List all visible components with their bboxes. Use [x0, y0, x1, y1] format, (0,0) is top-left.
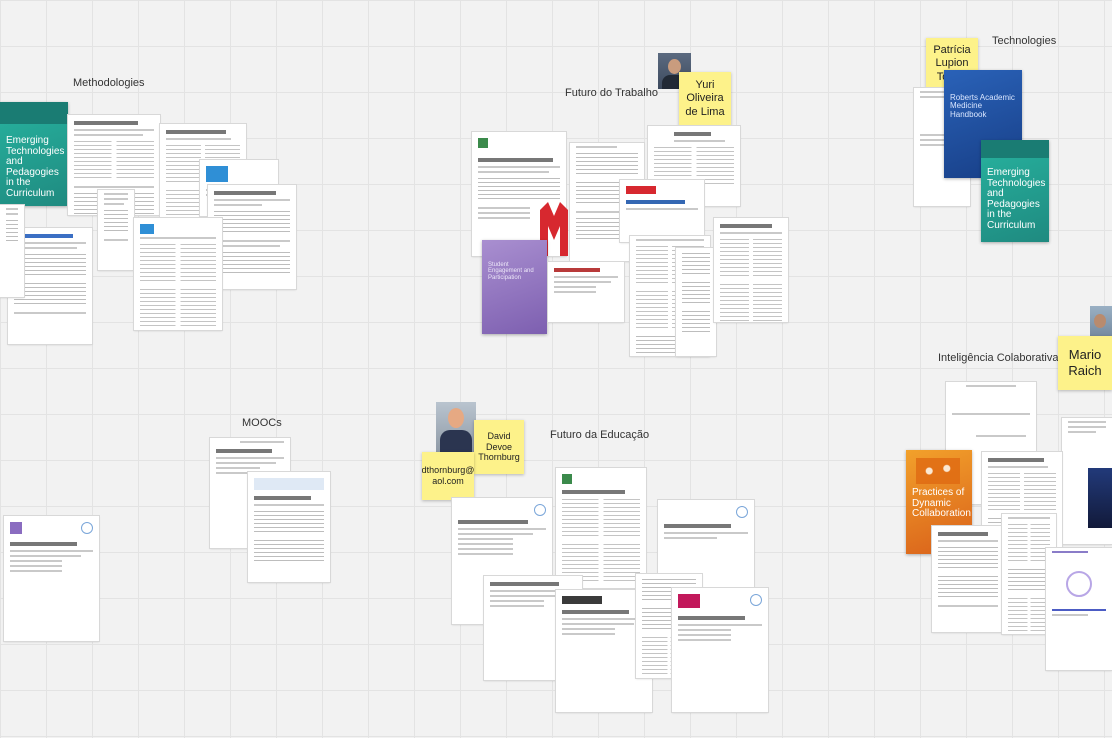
document-thumbnail[interactable] — [98, 190, 134, 270]
sticky-note-yuri[interactable]: Yuri Oliveira de Lima — [679, 72, 731, 126]
frame-label-futuro-educacao[interactable]: Futuro da Educação — [550, 429, 649, 441]
frame-label-inteligencia-colaborativa[interactable]: Inteligência Colaborativa — [938, 352, 1058, 364]
book-title: Emerging Technologies and Pedagogies in … — [987, 167, 1046, 231]
frame-label-moocs[interactable]: MOOCs — [242, 417, 282, 429]
book-header-band — [0, 102, 68, 124]
sticky-note-email[interactable]: dthornburg@ aol.com — [422, 452, 474, 500]
document-thumbnail[interactable] — [4, 516, 99, 641]
document-thumbnail[interactable] — [548, 262, 624, 322]
book-title: Emerging Technologies and Pedagogies in … — [6, 135, 65, 199]
document-thumbnail[interactable] — [714, 218, 788, 322]
frame-label-futuro-trabalho[interactable]: Futuro do Trabalho — [565, 87, 658, 99]
document-thumbnail[interactable] — [932, 526, 1004, 632]
document-thumbnail[interactable] — [556, 468, 646, 588]
document-thumbnail[interactable] — [134, 218, 222, 330]
book-title: Student Engagement and Participation — [488, 262, 534, 281]
book-title: Roberts Academic Medicine Handbook — [950, 93, 1015, 119]
document-thumbnail[interactable] — [1062, 418, 1112, 544]
document-thumbnail[interactable] — [248, 472, 330, 582]
frame-label-technologies[interactable]: Technologies — [992, 35, 1056, 47]
book-emerging-technologies-left[interactable]: Emerging Technologies and Pedagogies in … — [0, 102, 68, 206]
document-thumbnail[interactable] — [676, 248, 716, 356]
book-emerging-technologies-right[interactable]: Emerging Technologies and Pedagogies in … — [981, 140, 1049, 242]
sticky-note-mario[interactable]: Mario Raich — [1058, 336, 1112, 390]
document-thumbnail[interactable] — [1046, 548, 1112, 670]
whiteboard-canvas[interactable]: Methodologies Futuro do Trabalho Technol… — [0, 0, 1112, 738]
user-avatar-david — [436, 402, 476, 452]
document-thumbnail[interactable] — [620, 180, 704, 242]
book-title: Practices of Dynamic Collaboration — [912, 487, 971, 519]
sticky-note-david[interactable]: David Devoe Thornburg — [474, 420, 524, 474]
book-header-band — [981, 140, 1049, 158]
document-thumbnail[interactable] — [672, 588, 768, 712]
document-thumbnail[interactable] — [0, 205, 24, 297]
frame-label-methodologies[interactable]: Methodologies — [73, 77, 145, 89]
book-purple[interactable]: Student Engagement and Participation — [482, 240, 547, 334]
